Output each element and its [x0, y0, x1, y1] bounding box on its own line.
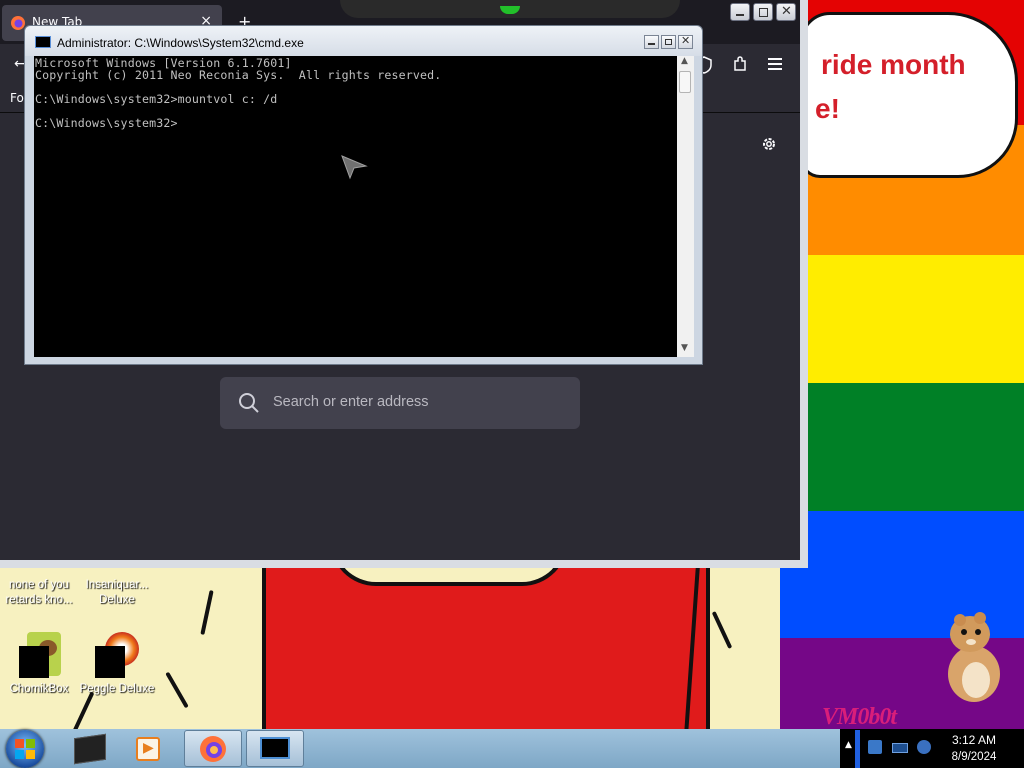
extensions-icon[interactable] — [732, 56, 748, 72]
bookmark-item[interactable]: Fo — [10, 91, 24, 105]
cmd-maximize-button[interactable] — [661, 35, 676, 49]
hamster-image — [948, 612, 1000, 702]
console-line: C:\Windows\system32>mountvol c: /d — [35, 92, 278, 106]
vm-top-bar — [340, 0, 680, 18]
scroll-down-icon[interactable]: ▼ — [681, 343, 688, 353]
cmd-title-bar[interactable]: Administrator: C:\Windows\System32\cmd.e… — [25, 26, 702, 56]
cmd-minimize-button[interactable] — [644, 35, 659, 49]
desktop-icon-label: retards kno... — [5, 594, 73, 606]
search-input[interactable]: Search or enter address — [220, 377, 580, 429]
desktop-icon-insaniquarium[interactable]: Insaniquar... Deluxe — [78, 578, 156, 608]
chomikbox-icon — [15, 630, 63, 678]
mouse-cursor-icon — [341, 155, 368, 180]
clock-date[interactable]: 8/9/2024 — [946, 751, 1002, 763]
search-placeholder: Search or enter address — [273, 394, 429, 410]
desktop-icon-chomikbox[interactable]: ChomikBox — [0, 630, 78, 697]
desktop-icon-label: none of you — [8, 579, 70, 591]
speech-bubble: ride month e! — [800, 12, 1018, 178]
network-icon[interactable] — [868, 740, 882, 754]
scroll-up-icon[interactable]: ▲ — [681, 56, 688, 66]
console-line: C:\Windows\system32> — [35, 116, 178, 130]
cmd-window-title: Administrator: C:\Windows\System32\cmd.e… — [57, 36, 304, 50]
taskbar-terminal-app[interactable] — [60, 730, 118, 767]
volume-icon[interactable] — [917, 740, 931, 754]
desktop-icon-file[interactable]: none of you retards kno... — [0, 578, 78, 608]
desktop-icon-label: Peggle Deluxe — [79, 683, 155, 695]
cmd-window[interactable]: Administrator: C:\Windows\System32\cmd.e… — [24, 25, 703, 365]
cmd-taskbar-icon — [260, 737, 290, 759]
show-desktop-strip[interactable] — [855, 730, 860, 768]
desktop-icon-peggle[interactable]: Peggle Deluxe — [78, 630, 156, 697]
cmd-close-button[interactable]: ✕ — [678, 34, 693, 49]
firefox-window-controls: ✕ — [730, 3, 798, 23]
clock-time[interactable]: 3:12 AM — [948, 733, 1000, 747]
minimize-button[interactable] — [730, 3, 750, 21]
gear-icon[interactable] — [760, 135, 778, 153]
desktop-icon-label: Deluxe — [99, 594, 135, 606]
desktop-icon-label: Insaniquar... — [85, 579, 149, 591]
taskbar-cmd[interactable] — [246, 730, 304, 767]
scrollbar-thumb[interactable] — [679, 71, 691, 93]
console-line: Copyright (c) 2011 Neo Reconia Sys. All … — [35, 68, 442, 82]
cmd-scrollbar[interactable]: ▲ ▼ — [677, 56, 694, 357]
terminal-app-icon — [74, 733, 106, 765]
speech-text-line1: ride month — [821, 49, 966, 80]
taskbar-firefox[interactable] — [184, 730, 242, 767]
peggle-icon — [93, 630, 141, 678]
close-button[interactable]: ✕ — [776, 3, 796, 21]
restore-button[interactable] — [753, 3, 773, 21]
media-player-icon: ▶ — [136, 737, 160, 761]
menu-icon[interactable] — [768, 57, 782, 71]
vm-logo-text: VM0b0t — [822, 704, 897, 730]
desktop-icon-label: ChomikBox — [9, 683, 69, 695]
tray-expand-icon[interactable]: ▲ — [845, 740, 852, 750]
cmd-console-output[interactable]: Microsoft Windows [Version 6.1.7601] Cop… — [34, 56, 677, 357]
start-button[interactable] — [6, 730, 44, 768]
speech-text-line2: e! — [815, 93, 840, 124]
vm-status-indicator — [500, 6, 520, 14]
cmd-icon — [35, 36, 51, 48]
windows-logo-icon — [15, 739, 35, 759]
search-icon — [239, 393, 259, 413]
monitor-icon[interactable] — [892, 743, 908, 753]
taskbar-media-player[interactable]: ▶ — [122, 730, 180, 767]
firefox-icon — [200, 736, 226, 762]
